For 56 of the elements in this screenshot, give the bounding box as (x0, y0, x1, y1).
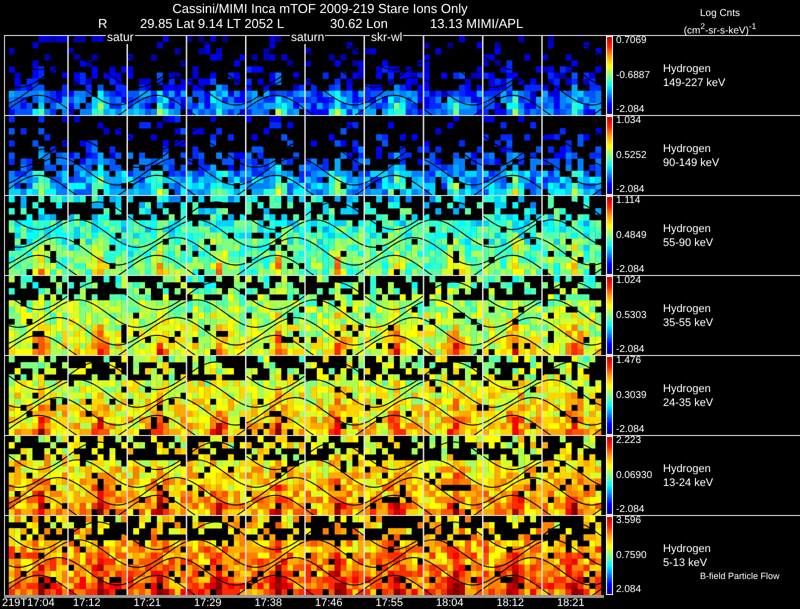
footnote-text: B-field Particle Flow (700, 571, 780, 581)
species-label: Hydrogen (663, 302, 712, 316)
energy-range-label: 5-13 keV (663, 556, 708, 570)
position-text: 30.62 Lon (330, 17, 388, 31)
scale-max-value: 1.476 (616, 356, 642, 366)
time-label: 17:29 (193, 598, 223, 609)
scale-max-value: 1.034 (616, 116, 642, 126)
scale-mid-value: 0.5252 (616, 150, 648, 160)
marker-label: skr-wl (370, 31, 404, 44)
species-label: Hydrogen (663, 462, 712, 476)
scale-mid-value: 0.06930 (616, 470, 654, 480)
energy-range-label: 149-227 keV (663, 76, 726, 90)
scale-min-value: -2.084 (616, 345, 646, 355)
species-label: Hydrogen (663, 542, 711, 556)
species-label: Hydrogen (663, 222, 712, 236)
scale-max-value: 1.024 (616, 276, 642, 286)
time-label: 17:21 (132, 598, 162, 609)
position-text: R (98, 17, 108, 31)
scale-max-value: 2.223 (616, 436, 642, 446)
scale-max-value: 3.596 (616, 516, 642, 526)
energy-range-label: 35-55 keV (663, 316, 714, 330)
scale-min-value: -2.084 (616, 505, 646, 515)
position-text: 29.85 Lat 9.14 LT 2052 L (140, 17, 284, 31)
scale-min-value: -2.084 (616, 265, 646, 275)
species-label: Hydrogen (663, 382, 712, 396)
scale-min-value: -2.084 (616, 185, 646, 195)
species-label: Hydrogen (663, 62, 712, 76)
time-label: 17:55 (374, 598, 404, 609)
scale-max-value: 1.114 (616, 196, 642, 206)
time-label: 18:21 (556, 598, 586, 609)
time-label: 17:38 (254, 598, 284, 609)
scale-min-value: -2.084 (616, 105, 646, 115)
time-label: 18:04 (435, 598, 465, 609)
scale-mid-value: 0.7590 (616, 550, 648, 560)
time-label: 17:46 (314, 598, 344, 609)
scale-min-value: -2.084 (616, 425, 646, 435)
marker-label: saturn (290, 31, 326, 44)
scale-max-value: 0.7069 (616, 36, 648, 46)
energy-range-label: 24-35 keV (663, 396, 714, 410)
marker-label: satur (106, 31, 135, 44)
scale-min-value: 2.084 (616, 585, 642, 595)
scale-mid-value: 0.3039 (616, 390, 648, 400)
scale-mid-value: 0.4849 (616, 230, 648, 240)
time-label: 18:12 (496, 598, 526, 609)
plot-title: Cassini/MIMI Inca mTOF 2009-219 Stare Ions Only (171, 0, 469, 17)
species-label: Hydrogen (663, 142, 712, 156)
energy-range-label: 90-149 keV (663, 156, 720, 170)
time-label: 219T17:04 (2, 598, 56, 609)
scale-mid-value: -0.6887 (616, 70, 651, 80)
position-text: 13.13 MIMI/APL (430, 17, 524, 31)
units-label: (cm$^{2}$-sr-s-keV)$^{-1}$ (682, 20, 758, 38)
scale-mid-value: 0.5303 (616, 310, 648, 320)
time-label: 17:12 (72, 598, 102, 609)
energy-range-label: 55-90 keV (663, 236, 714, 250)
units-label: Log Cnts (698, 8, 742, 20)
energy-range-label: 13-24 keV (663, 476, 714, 490)
